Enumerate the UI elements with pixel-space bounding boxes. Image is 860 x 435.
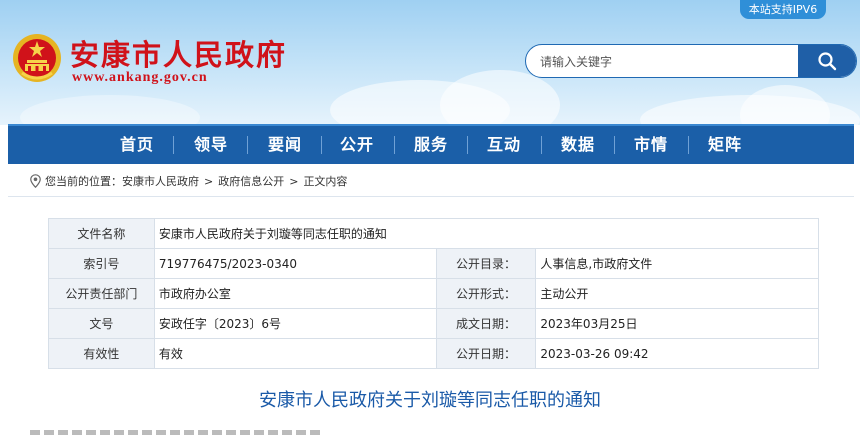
nav-item-data[interactable]: 数据 — [547, 126, 609, 164]
search-button[interactable] — [798, 45, 856, 77]
site-title[interactable]: 安康市人民政府 — [70, 32, 287, 74]
search-input[interactable] — [538, 45, 792, 77]
header-cloud — [440, 70, 560, 125]
breadcrumb-current: 正文内容 — [303, 175, 348, 188]
national-emblem-icon — [13, 34, 61, 82]
nav-divider — [394, 136, 395, 154]
table-row: 文号 安政任字〔2023〕6号 成文日期： 2023年03月25日 — [48, 308, 819, 339]
nav-divider — [541, 136, 542, 154]
index-value: 719776475/2023-0340 — [153, 248, 437, 279]
nav-divider — [688, 136, 689, 154]
breadcrumb-link-home[interactable]: 安康市人民政府 — [122, 175, 199, 188]
created-date-label: 成文日期： — [435, 308, 537, 339]
index-label: 索引号 — [48, 248, 155, 279]
catalog-value: 人事信息,市政府文件 — [535, 248, 819, 279]
validity-value: 有效 — [153, 338, 437, 369]
search-box — [525, 44, 857, 78]
main-nav: 首页 领导 要闻 公开 服务 互动 数据 市情 矩阵 — [8, 124, 854, 164]
document-metadata-table: 文件名称 安康市人民政府关于刘璇等同志任职的通知 索引号 719776475/2… — [48, 218, 820, 369]
table-row: 索引号 719776475/2023-0340 公开目录： 人事信息,市政府文件 — [48, 248, 819, 279]
body-text-cutoff — [30, 430, 320, 435]
created-date-value: 2023年03月25日 — [535, 308, 819, 339]
dept-label: 公开责任部门 — [48, 278, 155, 309]
nav-divider — [321, 136, 322, 154]
catalog-label: 公开目录： — [435, 248, 537, 279]
breadcrumb: 您当前的位置：安康市人民政府 > 政府信息公开 > 正文内容 — [30, 173, 347, 189]
table-row: 文件名称 安康市人民政府关于刘璇等同志任职的通知 — [48, 218, 820, 249]
nav-divider — [614, 136, 615, 154]
doc-number-label: 文号 — [48, 308, 155, 339]
form-value: 主动公开 — [535, 278, 819, 309]
published-date-label: 公开日期： — [435, 338, 537, 369]
dept-value: 市政府办公室 — [153, 278, 437, 309]
doc-number-value: 安政任字〔2023〕6号 — [153, 308, 437, 339]
ipv6-badge[interactable]: 本站支持IPV6 — [740, 0, 826, 19]
nav-item-services[interactable]: 服务 — [400, 126, 462, 164]
breadcrumb-prefix: 您当前的位置： — [45, 175, 122, 188]
nav-item-city-info[interactable]: 市情 — [620, 126, 682, 164]
form-label: 公开形式： — [435, 278, 537, 309]
nav-item-leaders[interactable]: 领导 — [180, 126, 242, 164]
validity-label: 有效性 — [48, 338, 155, 369]
site-header: 本站支持IPV6 安康市人民政府 www.ankang.gov.cn — [0, 0, 860, 125]
nav-divider — [173, 136, 174, 154]
nav-item-home[interactable]: 首页 — [106, 126, 168, 164]
table-row: 公开责任部门 市政府办公室 公开形式： 主动公开 — [48, 278, 819, 309]
nav-item-interaction[interactable]: 互动 — [473, 126, 535, 164]
document-title: 安康市人民政府关于刘璇等同志任职的通知 — [259, 390, 601, 411]
header-cloud — [740, 85, 830, 125]
breadcrumb-divider — [8, 196, 854, 197]
location-pin-icon — [30, 174, 41, 188]
nav-divider — [247, 136, 248, 154]
nav-item-matrix[interactable]: 矩阵 — [694, 126, 756, 164]
nav-item-disclosure[interactable]: 公开 — [326, 126, 388, 164]
doc-name-label: 文件名称 — [48, 218, 155, 249]
breadcrumb-separator: > — [204, 175, 214, 188]
published-date-value: 2023-03-26 09:42 — [535, 338, 819, 369]
table-row: 有效性 有效 公开日期： 2023-03-26 09:42 — [48, 338, 819, 369]
site-url: www.ankang.gov.cn — [72, 70, 208, 85]
doc-name-value: 安康市人民政府关于刘璇等同志任职的通知 — [153, 218, 820, 249]
breadcrumb-separator: > — [289, 175, 299, 188]
breadcrumb-link-disclosure[interactable]: 政府信息公开 — [218, 175, 284, 188]
nav-item-news[interactable]: 要闻 — [254, 126, 316, 164]
search-icon — [818, 52, 837, 71]
header-cloud — [20, 95, 200, 125]
nav-divider — [467, 136, 468, 154]
